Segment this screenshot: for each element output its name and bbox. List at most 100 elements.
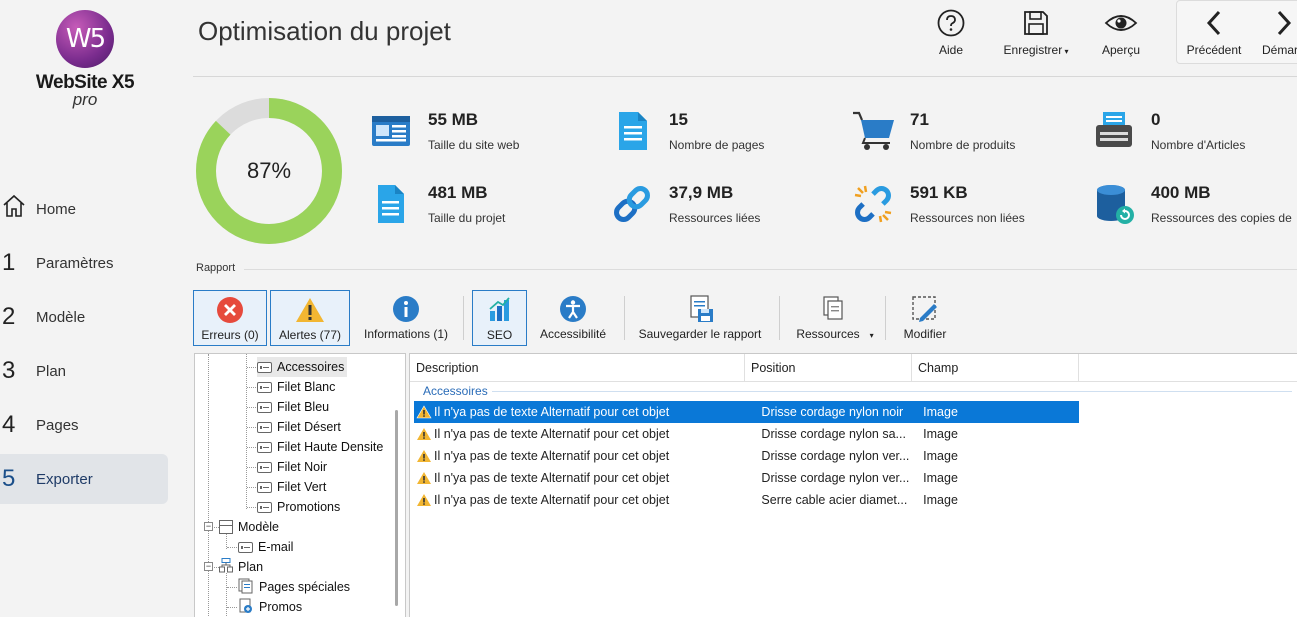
resources-dropdown-button[interactable]: Ressources ▾ xyxy=(790,290,880,346)
edit-button[interactable]: Modifier xyxy=(896,290,954,346)
stat-backup-resources: 400 MB Ressources des copies de xyxy=(1093,183,1297,233)
tree-item-plan[interactable]: Plan xyxy=(219,557,263,577)
email-node-icon xyxy=(238,541,253,553)
tree-item[interactable]: E-mail xyxy=(238,537,293,557)
save-report-icon xyxy=(636,294,764,324)
page-tree-panel[interactable]: Accessoires Filet Blanc Filet Bleu Filet… xyxy=(194,353,406,617)
collapse-toggle[interactable]: − xyxy=(204,522,213,531)
edit-icon xyxy=(896,294,954,324)
alerts-label: Alertes (77) xyxy=(278,328,342,342)
save-report-label: Sauvegarder le rapport xyxy=(638,327,762,341)
edit-label: Modifier xyxy=(903,327,947,341)
logo-mark: W5 xyxy=(56,10,114,68)
table-row[interactable]: Il n'ya pas de texte Alternatif pour cet… xyxy=(414,401,1079,423)
sidebar: W5 WebSite X5 pro Home 1 Paramètres 2 Mo… xyxy=(0,0,180,617)
stat-label: Nombre de produits xyxy=(910,138,1016,152)
table-row[interactable]: Il n'ya pas de texte Alternatif pour cet… xyxy=(414,423,1079,445)
broken-link-icon xyxy=(852,183,896,227)
cell-position: Drisse cordage nylon noir xyxy=(761,405,904,419)
cell-field: Image xyxy=(923,493,958,507)
column-header-position[interactable]: Position xyxy=(745,354,912,382)
table-row[interactable]: Il n'ya pas de texte Alternatif pour cet… xyxy=(414,467,1079,489)
tree-scrollbar[interactable] xyxy=(395,410,398,606)
tree-item-label: Plan xyxy=(238,560,264,574)
next-button[interactable]: Démar xyxy=(1256,6,1297,57)
preview-button[interactable]: Aperçu xyxy=(1095,6,1147,57)
tree-item[interactable]: Filet Haute Densite xyxy=(257,437,383,457)
sidebar-item-pages[interactable]: 4 Pages xyxy=(0,400,168,450)
stat-value: 55 MB xyxy=(428,110,479,129)
tree-connector xyxy=(226,573,227,617)
tree-item[interactable]: Filet Désert xyxy=(257,417,341,437)
typewriter-icon xyxy=(1093,110,1137,154)
warning-icon xyxy=(416,427,432,441)
chevron-right-icon xyxy=(1256,6,1297,40)
sidebar-item-parametres[interactable]: 1 Paramètres xyxy=(0,238,168,288)
collapse-toggle[interactable]: − xyxy=(204,562,213,571)
tree-connector xyxy=(227,547,237,548)
page-icon xyxy=(611,110,655,154)
tree-item[interactable]: Filet Bleu xyxy=(257,397,329,417)
tree-item-label: E-mail xyxy=(258,540,294,554)
stat-value: 400 MB xyxy=(1151,183,1211,202)
home-icon xyxy=(0,194,30,225)
cell-field: Image xyxy=(923,449,958,463)
tree-item[interactable]: Promos xyxy=(238,597,302,617)
report-section-label: Rapport xyxy=(196,262,236,274)
previous-button[interactable]: Précédent xyxy=(1182,6,1246,57)
tree-item[interactable]: Filet Blanc xyxy=(257,377,335,397)
save-report-button[interactable]: Sauvegarder le rapport xyxy=(636,290,764,346)
tree-item-label: Filet Blanc xyxy=(277,380,336,394)
stat-linked-resources: 37,9 MB Ressources liées xyxy=(611,183,841,233)
page-node-icon xyxy=(257,481,272,493)
tree-item-modele[interactable]: Modèle xyxy=(219,517,279,537)
toolbar-separator xyxy=(779,296,780,340)
chevron-down-icon: ▾ xyxy=(869,331,874,340)
save-button[interactable]: Enregistrer ▾ xyxy=(1000,6,1072,57)
tree-item[interactable]: Filet Vert xyxy=(257,477,326,497)
sitemap-icon xyxy=(219,558,233,576)
tree-item[interactable]: Filet Noir xyxy=(257,457,327,477)
column-header-description[interactable]: Description xyxy=(410,354,745,382)
tree-item[interactable]: Pages spéciales xyxy=(238,577,350,597)
sidebar-item-exporter[interactable]: 5 Exporter xyxy=(0,454,168,504)
database-icon xyxy=(1093,183,1137,227)
info-filter-button[interactable]: Informations (1) xyxy=(358,290,454,346)
stat-label: Ressources des copies de xyxy=(1151,211,1292,225)
cell-field: Image xyxy=(923,427,958,441)
help-icon xyxy=(926,6,976,40)
tree-item[interactable]: Promotions xyxy=(257,497,340,517)
cell-position: Drisse cordage nylon ver... xyxy=(761,471,910,485)
cell-description: Il n'ya pas de texte Alternatif pour cet… xyxy=(434,471,670,485)
floppy-disk-icon xyxy=(1000,6,1072,40)
sidebar-item-modele[interactable]: 2 Modèle xyxy=(0,292,168,342)
cell-description: Il n'ya pas de texte Alternatif pour cet… xyxy=(434,449,670,463)
cell-position: Drisse cordage nylon ver... xyxy=(761,449,910,463)
errors-label: Erreurs (0) xyxy=(201,328,259,342)
page-node-icon xyxy=(257,381,272,393)
seo-button[interactable]: SEO xyxy=(472,290,527,346)
column-header-empty xyxy=(1079,354,1297,382)
table-row[interactable]: Il n'ya pas de texte Alternatif pour cet… xyxy=(414,489,1079,511)
stat-unlinked-resources: 591 KB Ressources non liées xyxy=(852,183,1082,233)
stat-label: Taille du site web xyxy=(428,138,520,152)
sidebar-item-plan[interactable]: 3 Plan xyxy=(0,346,168,396)
step-number: 1 xyxy=(2,249,16,276)
tree-connector xyxy=(246,354,247,509)
page-node-icon xyxy=(257,401,272,413)
toolbar-separator xyxy=(624,296,625,340)
table-row[interactable]: Il n'ya pas de texte Alternatif pour cet… xyxy=(414,445,1079,467)
sidebar-item-home[interactable]: Home xyxy=(0,184,168,234)
errors-filter-button[interactable]: Erreurs (0) xyxy=(193,290,267,346)
cart-icon xyxy=(852,110,896,154)
page-node-icon xyxy=(257,461,272,473)
help-button[interactable]: Aide xyxy=(926,6,976,57)
accessibility-button[interactable]: Accessibilité xyxy=(536,290,610,346)
tree-connector xyxy=(247,447,256,448)
column-header-field[interactable]: Champ xyxy=(912,354,1079,382)
alerts-filter-button[interactable]: Alertes (77) xyxy=(270,290,350,346)
chevron-left-icon xyxy=(1182,6,1246,40)
page-node-icon xyxy=(257,421,272,433)
tree-item[interactable]: Accessoires xyxy=(257,357,348,377)
cell-description: Il n'ya pas de texte Alternatif pour cet… xyxy=(434,405,670,419)
